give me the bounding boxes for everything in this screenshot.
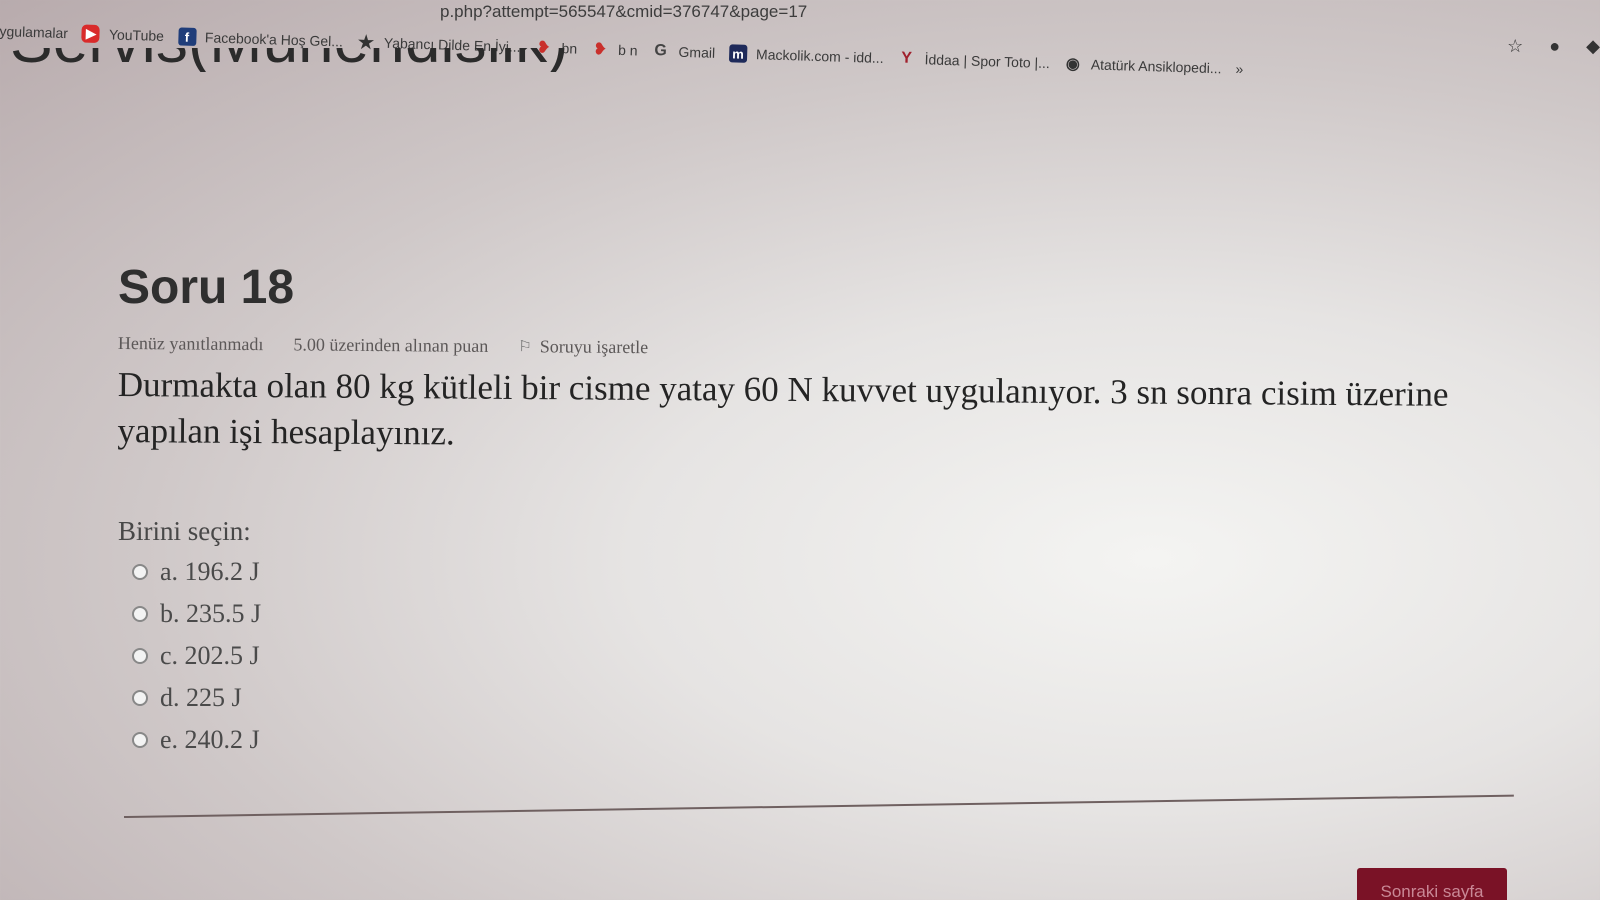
answer-option-e[interactable]: e. 240.2 J	[118, 725, 1518, 755]
bookmark-label: ygulamalar	[0, 22, 69, 42]
bookmark-label: İddaa | Spor Toto |...	[924, 51, 1051, 72]
mackolik-icon: m	[728, 44, 748, 63]
option-label: d. 225 J	[160, 683, 242, 713]
bookmark-label: b n	[617, 41, 638, 59]
bookmark-gmail[interactable]: G Gmail	[651, 42, 715, 62]
next-page-button[interactable]: Sonraki sayfa	[1357, 868, 1507, 900]
bookmark-apps[interactable]: ygulamalar	[0, 23, 68, 41]
radio-button[interactable]	[132, 606, 148, 623]
option-label: c. 202.5 J	[160, 641, 260, 671]
answer-options: a. 196.2 J b. 235.5 J c. 202.5 J d. 225 …	[118, 557, 1518, 755]
radio-button[interactable]	[132, 732, 148, 749]
bookmark-youtube[interactable]: ▶ YouTube	[81, 24, 165, 45]
flag-question-link[interactable]: ⚐ Soruyu işaretle	[518, 336, 648, 358]
bookmark-label: Mackolik.com - idd...	[755, 46, 884, 67]
flag-question-label: Soruyu işaretle	[539, 336, 649, 357]
radio-button[interactable]	[132, 564, 148, 581]
question-points: 5.00 üzerinden alınan puan	[293, 334, 489, 356]
facebook-icon: f	[177, 27, 197, 46]
choose-one-label: Birini seçin:	[118, 516, 251, 547]
bookmark-mackolik[interactable]: m Mackolik.com - idd...	[728, 44, 884, 67]
google-icon: G	[654, 42, 668, 60]
bookmark-label: Atatürk Ansiklopedi...	[1090, 56, 1222, 77]
answer-option-d[interactable]: d. 225 J	[118, 683, 1518, 713]
bookmark-ataturk[interactable]: ◉ Atatürk Ansiklopedi...	[1064, 55, 1222, 78]
option-label: e. 240.2 J	[160, 725, 260, 755]
flag-icon: ⚐	[518, 338, 532, 356]
bookmark-facebook[interactable]: f Facebook'a Hoş Gel...	[177, 27, 344, 50]
overflow-label: »	[1235, 60, 1244, 77]
bookmark-iddaa[interactable]: Y İddaa | Spor Toto |...	[897, 49, 1050, 72]
radio-button[interactable]	[132, 690, 148, 707]
answer-option-a[interactable]: a. 196.2 J	[118, 557, 1518, 587]
question-title: Soru 18	[118, 261, 295, 314]
question-status: Henüz yanıtlanmadı	[117, 332, 264, 354]
answer-option-c[interactable]: c. 202.5 J	[118, 641, 1518, 671]
bookmark-b-n[interactable]: ❥ b n	[591, 40, 638, 59]
red-leaf-icon: ❥	[593, 41, 608, 59]
bookmark-label: Gmail	[678, 43, 716, 61]
bookmark-label: Facebook'a Hoş Gel...	[204, 29, 344, 50]
extension-icon[interactable]: ●	[1549, 36, 1560, 57]
question-area: Soru 18 Henüz yanıtlanmadı 5.00 üzerinde…	[117, 261, 1518, 755]
youtube-icon: ▶	[81, 24, 101, 44]
iddaa-icon: Y	[901, 49, 913, 67]
radio-button[interactable]	[132, 648, 148, 665]
address-bar-url[interactable]: p.php?attempt=565547&cmid=376747&page=17	[440, 2, 807, 22]
browser-toolbar-icons: ☆ ● ◆	[1507, 36, 1600, 57]
globe-icon: ◉	[1065, 55, 1081, 73]
question-text: Durmakta olan 80 kg kütleli bir cisme ya…	[117, 364, 1449, 453]
question-divider	[124, 794, 1514, 818]
profile-icon[interactable]: ◆	[1586, 36, 1600, 57]
bookmark-label: YouTube	[108, 26, 165, 45]
bookmark-star-icon[interactable]: ☆	[1507, 36, 1523, 57]
question-info: Henüz yanıtlanmadı 5.00 üzerinden alınan…	[118, 333, 1518, 365]
bookmarks-overflow-button[interactable]: »	[1235, 61, 1243, 77]
browser-chrome: p.php?attempt=565547&cmid=376747&page=17…	[0, 0, 1600, 108]
option-label: b. 235.5 J	[160, 599, 262, 629]
answer-option-b[interactable]: b. 235.5 J	[118, 599, 1518, 629]
option-label: a. 196.2 J	[160, 557, 260, 587]
